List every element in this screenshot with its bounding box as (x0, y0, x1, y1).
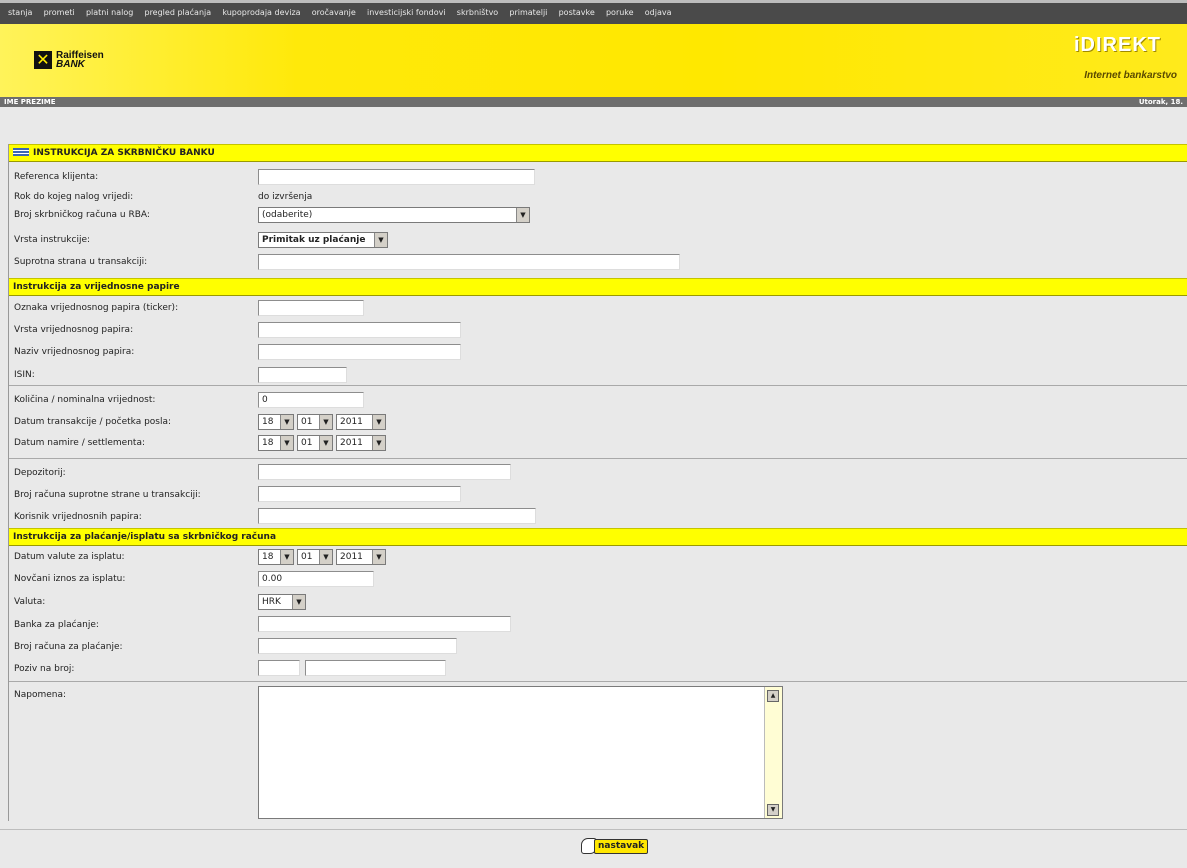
chevron-down-icon[interactable]: ▼ (374, 233, 387, 247)
divider (9, 385, 1187, 386)
label-reference-number: Poziv na broj: (14, 664, 75, 674)
settlement-month-select[interactable]: 01 ▼ (297, 435, 333, 451)
beneficiary-input[interactable] (258, 508, 536, 524)
currency-select[interactable]: HRK ▼ (258, 594, 306, 610)
depository-input[interactable] (258, 464, 511, 480)
label-security-type: Vrsta vrijednosnog papira: (14, 325, 134, 335)
instruction-type-select[interactable]: Primitak uz plaćanje ▼ (258, 232, 388, 248)
nav-platni-nalog[interactable]: platni nalog (86, 8, 133, 17)
chevron-down-icon[interactable]: ▼ (319, 436, 332, 450)
chevron-down-icon[interactable]: ▼ (280, 436, 293, 450)
value-month-select[interactable]: 01 ▼ (297, 549, 333, 565)
label-isin: ISIN: (14, 370, 35, 380)
nav-skrbnistvo[interactable]: skrbništvo (457, 8, 498, 17)
user-bar: IME PREZIME Utorak, 18. (0, 97, 1187, 107)
nav-orocavanje[interactable]: oročavanje (312, 8, 356, 17)
nav-investicijski-fondovi[interactable]: investicijski fondovi (367, 8, 446, 17)
nav-odjava[interactable]: odjava (645, 8, 672, 17)
label-counterparty-account: Broj računa suprotne strane u transakcij… (14, 490, 201, 500)
scrollbar[interactable]: ▲ ▼ (764, 687, 782, 818)
chevron-down-icon[interactable]: ▼ (292, 595, 305, 609)
label-validity: Rok do kojeg nalog vrijedi: (14, 192, 134, 202)
nav-prometi[interactable]: prometi (44, 8, 75, 17)
nav-stanja[interactable]: stanja (8, 8, 32, 17)
label-note: Napomena: (14, 690, 67, 700)
label-amount: Novčani iznos za isplatu: (14, 574, 126, 584)
continue-button-label[interactable]: nastavak (594, 839, 649, 854)
top-navigation: stanja prometi platni nalog pregled plać… (0, 0, 1187, 24)
payment-account-input[interactable] (258, 638, 457, 654)
footer-divider (0, 829, 1187, 830)
section-header-instruction: INSTRUKCIJA ZA SKRBNIČKU BANKU (9, 144, 1187, 162)
nav-kupoprodaja-deviza[interactable]: kupoprodaja deviza (222, 8, 300, 17)
chevron-down-icon[interactable]: ▼ (372, 550, 385, 564)
custody-instruction-form: INSTRUKCIJA ZA SKRBNIČKU BANKU Referenca… (8, 144, 1187, 821)
section-header-securities: Instrukcija za vrijednosne papire (9, 278, 1187, 296)
chevron-down-icon[interactable]: ▼ (516, 208, 529, 222)
form-icon (13, 148, 29, 156)
reference-model-input[interactable] (258, 660, 300, 676)
note-textarea[interactable]: ▲ ▼ (258, 686, 783, 819)
label-settlement-date: Datum namire / settlementa: (14, 438, 145, 448)
transaction-day-select[interactable]: 18 ▼ (258, 414, 294, 430)
label-transaction-date: Datum transakcije / početka posla: (14, 417, 172, 427)
chevron-down-icon[interactable]: ▼ (372, 415, 385, 429)
nav-pregled-placanja[interactable]: pregled plaćanja (144, 8, 211, 17)
ticker-input[interactable] (258, 300, 364, 316)
divider (9, 458, 1187, 459)
isin-input[interactable] (258, 367, 347, 383)
label-reference: Referenca klijenta: (14, 172, 99, 182)
label-depository: Depozitorij: (14, 468, 66, 478)
label-quantity: Količina / nominalna vrijednost: (14, 395, 156, 405)
client-reference-input[interactable] (258, 169, 535, 185)
label-instruction-type: Vrsta instrukcije: (14, 235, 91, 245)
settlement-day-select[interactable]: 18 ▼ (258, 435, 294, 451)
scroll-up-icon[interactable]: ▲ (767, 690, 779, 702)
chevron-down-icon[interactable]: ▼ (319, 550, 332, 564)
security-name-input[interactable] (258, 344, 461, 360)
chevron-down-icon[interactable]: ▼ (280, 550, 293, 564)
counterparty-account-input[interactable] (258, 486, 461, 502)
raiffeisen-emblem-icon: ✕ (34, 51, 52, 69)
product-subtitle: Internet bankarstvo (1084, 70, 1177, 81)
label-beneficiary: Korisnik vrijednosnih papira: (14, 512, 142, 522)
value-year-select[interactable]: 2011 ▼ (336, 549, 386, 565)
nav-poruke[interactable]: poruke (606, 8, 634, 17)
label-currency: Valuta: (14, 597, 46, 607)
label-custody-account: Broj skrbničkog računa u RBA: (14, 210, 150, 220)
scroll-down-icon[interactable]: ▼ (767, 804, 779, 816)
amount-input[interactable]: 0.00 (258, 571, 374, 587)
label-payment-account: Broj računa za plaćanje: (14, 642, 123, 652)
header-banner: ✕ Raiffeisen BANK iDIREKT Internet bankar… (0, 24, 1187, 97)
security-type-input[interactable] (258, 322, 461, 338)
logo-line2: BANK (56, 59, 85, 70)
transaction-year-select[interactable]: 2011 ▼ (336, 414, 386, 430)
section-header-payment: Instrukcija za plaćanje/isplatu sa skrbn… (9, 528, 1187, 546)
nav-primatelji[interactable]: primatelji (509, 8, 547, 17)
chevron-down-icon[interactable]: ▼ (372, 436, 385, 450)
value-day-select[interactable]: 18 ▼ (258, 549, 294, 565)
user-name: IME PREZIME (4, 98, 56, 106)
label-security-name: Naziv vrijednosnog papira: (14, 347, 135, 357)
counterparty-input[interactable] (258, 254, 680, 270)
transaction-month-select[interactable]: 01 ▼ (297, 414, 333, 430)
reference-number-input[interactable] (305, 660, 446, 676)
settlement-year-select[interactable]: 2011 ▼ (336, 435, 386, 451)
divider (9, 681, 1187, 682)
product-logo: iDIREKT (1074, 34, 1161, 56)
quantity-input[interactable]: 0 (258, 392, 364, 408)
label-ticker: Oznaka vrijednosnog papira (ticker): (14, 303, 179, 313)
chevron-down-icon[interactable]: ▼ (280, 415, 293, 429)
nav-postavke[interactable]: postavke (559, 8, 595, 17)
custody-account-select[interactable]: (odaberite) ▼ (258, 207, 530, 223)
chevron-down-icon[interactable]: ▼ (319, 415, 332, 429)
current-date: Utorak, 18. (1138, 98, 1183, 106)
label-counterparty: Suprotna strana u transakciji: (14, 257, 148, 267)
validity-value: do izvršenja (258, 192, 313, 202)
label-payment-bank: Banka za plaćanje: (14, 620, 99, 630)
label-value-date: Datum valute za isplatu: (14, 552, 125, 562)
payment-bank-input[interactable] (258, 616, 511, 632)
